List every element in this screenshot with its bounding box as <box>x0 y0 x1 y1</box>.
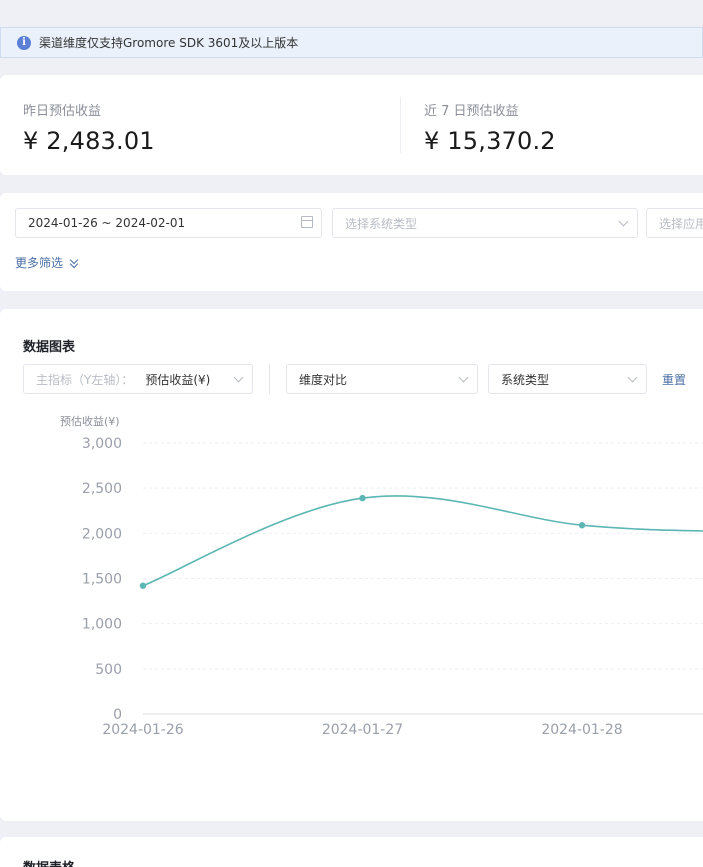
date-range-value: 2024-01-26 ~ 2024-02-01 <box>28 216 186 230</box>
chevron-down-icon <box>233 372 244 383</box>
metric-value: 预估收益(¥) <box>145 372 211 387</box>
table-card: 数据表格 <box>0 837 703 867</box>
stat-yesterday-value: ¥ 2,483.01 <box>23 127 155 155</box>
data-point <box>359 494 366 502</box>
x-tick-label: 2024-01-28 <box>541 722 622 738</box>
y-tick-label: 1,000 <box>82 617 122 633</box>
x-tick-label: 2024-01-26 <box>102 722 183 738</box>
info-icon: i <box>17 35 31 50</box>
system-type-compare-value: 系统类型 <box>501 372 550 387</box>
table-section-title: 数据表格 <box>23 857 75 867</box>
more-filters-label: 更多筛选 <box>15 256 64 270</box>
toolbar-divider <box>269 364 270 394</box>
reset-button[interactable]: 重置 <box>662 371 686 388</box>
system-type-placeholder: 选择系统类型 <box>345 216 418 231</box>
system-type-compare-select[interactable]: 系统类型 <box>488 364 647 394</box>
app-select[interactable]: 选择应用 <box>646 208 703 238</box>
revenue-summary-card: 昨日预估收益 ¥ 2,483.01 近 7 日预估收益 ¥ 15,370.2 <box>0 75 703 175</box>
y-axis-title: 预估收益(¥) <box>60 414 120 428</box>
y-tick-label: 3,000 <box>82 436 122 452</box>
dimension-compare-select[interactable]: 维度对比 <box>286 364 478 394</box>
primary-metric-select[interactable]: 主指标（Y左轴）： 预估收益(¥) <box>23 364 253 394</box>
data-point <box>139 582 147 589</box>
y-tick-label: 1,500 <box>82 572 122 588</box>
more-filters-toggle[interactable]: 更多筛选 <box>15 254 79 271</box>
stat-last7-label: 近 7 日预估收益 <box>424 104 519 119</box>
chart-section-title: 数据图表 <box>23 340 76 355</box>
notice-text: 渠道维度仅支持Gromore SDK 3601及以上版本 <box>39 36 299 50</box>
chart-card: 数据图表 主指标（Y左轴）： 预估收益(¥) 维度对比 系统类型 重置 预估收益… <box>0 309 703 821</box>
revenue-line-chart: 预估收益(¥) 0 500 1,000 1,500 2,000 2,500 3,000 2024… <box>60 414 703 738</box>
calendar-icon <box>301 216 313 228</box>
y-tick-label: 2,500 <box>82 481 122 497</box>
chevron-down-icon <box>458 372 469 383</box>
x-tick-label: 2024-01-27 <box>322 722 403 738</box>
revenue-series-line <box>142 495 703 587</box>
filter-card: 2024-01-26 ~ 2024-02-01 选择系统类型 选择应用 更多筛选 <box>0 193 703 291</box>
system-type-select[interactable]: 选择系统类型 <box>332 208 638 238</box>
double-chevron-down-icon <box>69 255 79 268</box>
data-point <box>578 522 586 529</box>
chevron-down-icon <box>618 216 629 227</box>
version-notice-banner: i 渠道维度仅支持Gromore SDK 3601及以上版本 <box>0 27 703 58</box>
stat-divider <box>400 97 401 153</box>
dimension-compare-value: 维度对比 <box>299 372 348 387</box>
date-range-picker[interactable]: 2024-01-26 ~ 2024-02-01 <box>15 208 322 238</box>
stat-yesterday: 昨日预估收益 ¥ 2,483.01 <box>23 100 155 155</box>
y-tick-label: 500 <box>95 662 122 678</box>
y-tick-label: 0 <box>113 707 122 723</box>
stat-last7: 近 7 日预估收益 ¥ 15,370.2 <box>424 100 556 155</box>
metric-label: 主指标（Y左轴）： <box>36 372 134 387</box>
app-placeholder: 选择应用 <box>659 216 703 231</box>
stat-last7-value: ¥ 15,370.2 <box>424 127 556 155</box>
y-tick-label: 2,000 <box>82 526 122 542</box>
chevron-down-icon <box>627 372 638 383</box>
stat-yesterday-label: 昨日预估收益 <box>23 104 102 119</box>
